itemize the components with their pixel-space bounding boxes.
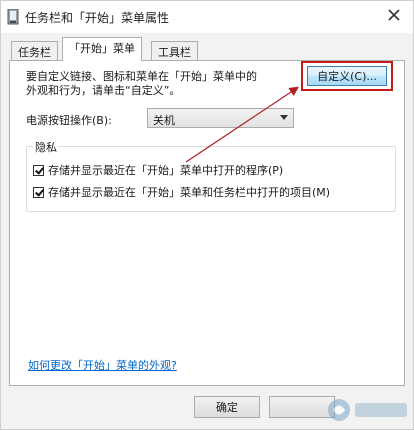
annotation-arrow bbox=[185, 86, 299, 163]
properties-dialog: 任务栏和「开始」菜单属性 任务栏 「开始」菜单 工具栏 要自定义链接、图标和菜单… bbox=[0, 0, 414, 430]
tab-start-menu[interactable]: 「开始」菜单 bbox=[62, 37, 142, 61]
